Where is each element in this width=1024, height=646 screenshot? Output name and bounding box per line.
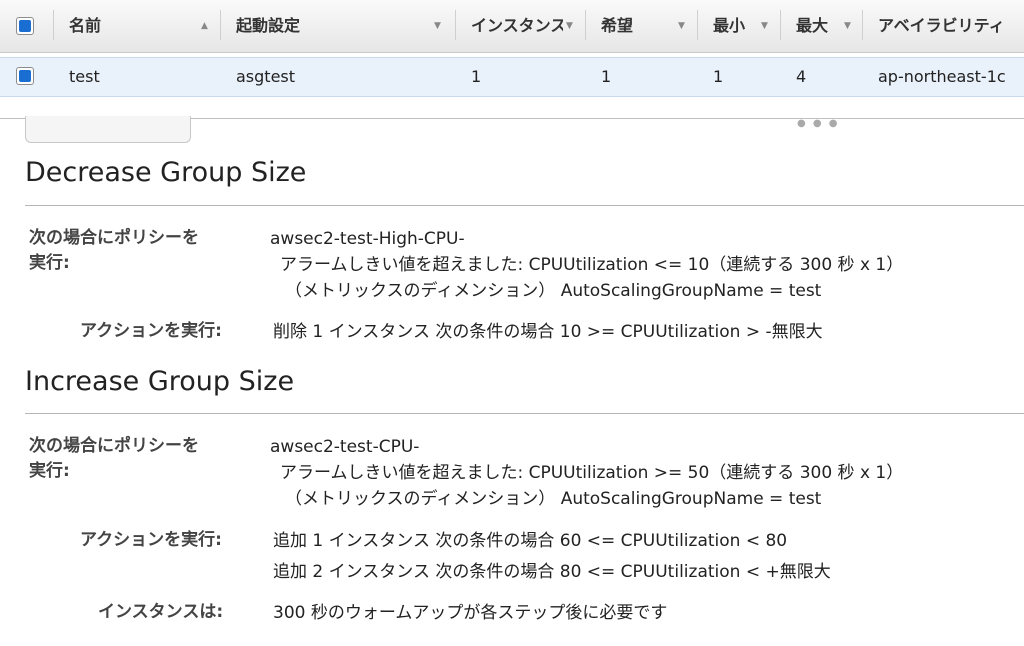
column-header-max[interactable]: 最大: [796, 0, 841, 52]
action-label: アクションを実行:: [80, 321, 222, 341]
pane-resize-handle-icon[interactable]: ● ● ●: [797, 118, 840, 129]
alarm-threshold: アラームしきい値を超えました: CPUUtilization >= 50（連続す…: [280, 463, 904, 483]
cell-instances: 1: [471, 67, 482, 86]
sort-icon[interactable]: ▼: [844, 0, 851, 52]
cell-availability-zone: ap-northeast-1c: [878, 67, 1006, 86]
column-separator: [780, 10, 781, 40]
add-policy-button[interactable]: [25, 116, 191, 143]
action-label: アクションを実行:: [80, 530, 222, 550]
action-step: 追加 1 インスタンス 次の条件の場合 60 <= CPUUtilization…: [273, 531, 788, 551]
action-step: 追加 2 インスタンス 次の条件の場合 80 <= CPUUtilization…: [273, 562, 831, 582]
column-separator: [585, 10, 586, 40]
section-divider: [25, 413, 1024, 414]
column-separator: [862, 10, 863, 40]
row-checkbox[interactable]: [16, 67, 34, 85]
execute-condition-label-cont: 実行:: [29, 461, 70, 481]
sort-icon[interactable]: ▼: [678, 0, 685, 52]
column-separator: [220, 10, 221, 40]
sort-icon[interactable]: ▼: [434, 0, 441, 52]
increase-section-title: Increase Group Size: [25, 366, 295, 397]
instances-warmup-text: 300 秒のウォームアップが各ステップ後に必要です: [273, 603, 668, 623]
table-row[interactable]: test asgtest 1 1 1 4 ap-northeast-1c: [0, 57, 1024, 97]
execute-condition-label: 次の場合にポリシーを: [29, 436, 199, 456]
instances-label: インスタンスは:: [98, 602, 224, 622]
sort-asc-icon[interactable]: ▲: [201, 0, 208, 52]
column-separator: [53, 10, 54, 40]
execute-condition-label: 次の場合にポリシーを: [29, 228, 199, 248]
alarm-threshold: アラームしきい値を超えました: CPUUtilization <= 10（連続す…: [280, 255, 904, 275]
alarm-dimension: （メトリックスのディメンション） AutoScalingGroupName = …: [285, 281, 822, 301]
alarm-dimension: （メトリックスのディメンション） AutoScalingGroupName = …: [285, 489, 822, 509]
alarm-name: awsec2-test-High-CPU-: [270, 229, 465, 249]
cell-name: test: [69, 67, 100, 86]
column-header-name[interactable]: 名前: [69, 0, 189, 52]
action-step: 削除 1 インスタンス 次の条件の場合 10 >= CPUUtilization…: [273, 322, 823, 342]
cell-min: 1: [713, 67, 724, 86]
column-header-instances[interactable]: インスタンス: [471, 0, 563, 52]
cell-max: 4: [796, 67, 807, 86]
cell-desired: 1: [601, 67, 612, 86]
column-header-launch-config[interactable]: 起動設定: [236, 0, 426, 52]
column-separator: [697, 10, 698, 40]
sort-icon[interactable]: ▼: [566, 0, 573, 52]
alarm-name: awsec2-test-CPU-: [270, 437, 420, 457]
section-divider: [25, 205, 1024, 206]
column-header-desired[interactable]: 希望: [601, 0, 671, 52]
execute-condition-label-cont: 実行:: [29, 253, 70, 273]
cell-launch-config: asgtest: [236, 67, 296, 86]
column-separator: [455, 10, 456, 40]
table-header: 名前 ▲ 起動設定 ▼ インスタンス ▼ 希望 ▼ 最小 ▼ 最大 ▼ アベイラ…: [0, 0, 1024, 53]
column-header-min[interactable]: 最小: [713, 0, 758, 52]
decrease-section-title: Decrease Group Size: [25, 157, 307, 188]
sort-icon[interactable]: ▼: [761, 0, 768, 52]
column-header-availability-zone[interactable]: アベイラビリティ: [878, 0, 1024, 52]
select-all-checkbox[interactable]: [16, 17, 34, 35]
